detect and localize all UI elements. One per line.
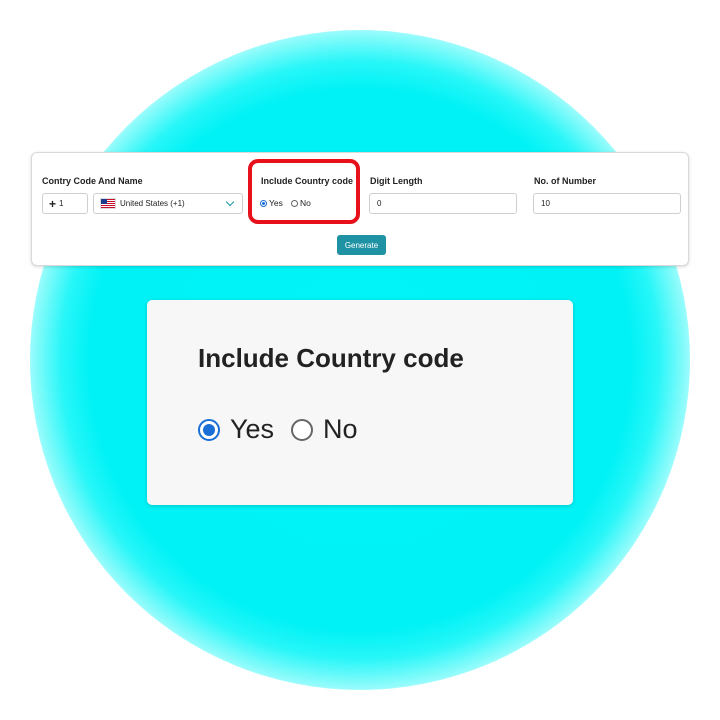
country-select[interactable]: United States (+1): [93, 193, 243, 214]
zoom-yes-radio[interactable]: Yes: [198, 414, 274, 445]
zoom-no-label: No: [323, 414, 358, 444]
plus-icon: +: [49, 196, 57, 211]
no-of-number-value: 10: [541, 199, 550, 208]
country-code-value: 1: [59, 199, 64, 208]
country-code-label: Contry Code And Name: [42, 176, 143, 186]
chevron-down-icon: [225, 197, 235, 207]
no-of-number-label: No. of Number: [534, 176, 596, 186]
number-generator-form: Contry Code And Name + 1 United States (…: [31, 152, 689, 266]
zoom-radio-group: Yes No: [198, 414, 358, 445]
digit-length-input[interactable]: 0: [369, 193, 517, 214]
zoom-yes-label: Yes: [230, 414, 275, 444]
generate-button[interactable]: Generate: [337, 235, 386, 255]
zoomed-include-country-code-card: Include Country code Yes No: [147, 300, 573, 505]
digit-length-label: Digit Length: [370, 176, 423, 186]
radio-unselected-icon: [291, 418, 314, 441]
country-code-input[interactable]: + 1: [42, 193, 88, 214]
radio-selected-icon: [198, 418, 220, 441]
zoom-no-radio[interactable]: No: [291, 414, 358, 445]
no-of-number-input[interactable]: 10: [533, 193, 681, 214]
us-flag-icon: [100, 198, 116, 209]
zoom-title: Include Country code: [198, 343, 464, 373]
country-select-value: United States (+1): [120, 199, 185, 208]
stage: Contry Code And Name + 1 United States (…: [0, 0, 720, 720]
digit-length-value: 0: [377, 199, 382, 208]
highlight-box: [248, 159, 360, 224]
